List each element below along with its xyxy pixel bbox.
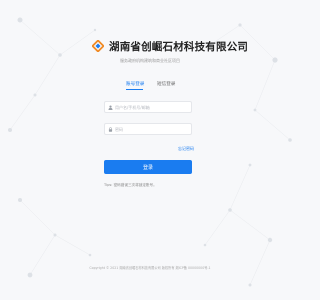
lock-icon bbox=[108, 126, 113, 132]
tagline: 服务政府机构建筑和商业社区项目 bbox=[120, 58, 180, 63]
password-input[interactable] bbox=[115, 125, 191, 133]
brand-logo-icon bbox=[92, 40, 104, 52]
active-tab-indicator bbox=[126, 89, 143, 90]
company-name: 湖南省创崛石材科技有限公司 bbox=[109, 40, 249, 53]
account-input[interactable] bbox=[115, 103, 191, 111]
tab-account-login[interactable]: 账号登录 bbox=[126, 81, 144, 87]
forgot-password-link[interactable]: 忘记密码 bbox=[178, 146, 194, 152]
password-field bbox=[104, 123, 192, 135]
footer-copyright: Copyright © 2021 湖南省创崛石材科技有限公司 版权所有 湘ICP… bbox=[89, 266, 211, 270]
login-button[interactable]: 登录 bbox=[104, 160, 192, 174]
login-tips: Tips: 密码错误三次将锁定账号。 bbox=[104, 183, 157, 187]
tab-sms-login[interactable]: 短信登录 bbox=[157, 81, 175, 87]
brand-header: 湖南省创崛石材科技有限公司 bbox=[92, 38, 248, 54]
user-icon bbox=[108, 105, 113, 110]
login-tabs: 账号登录 短信登录 bbox=[0, 81, 300, 93]
account-field bbox=[104, 101, 192, 113]
